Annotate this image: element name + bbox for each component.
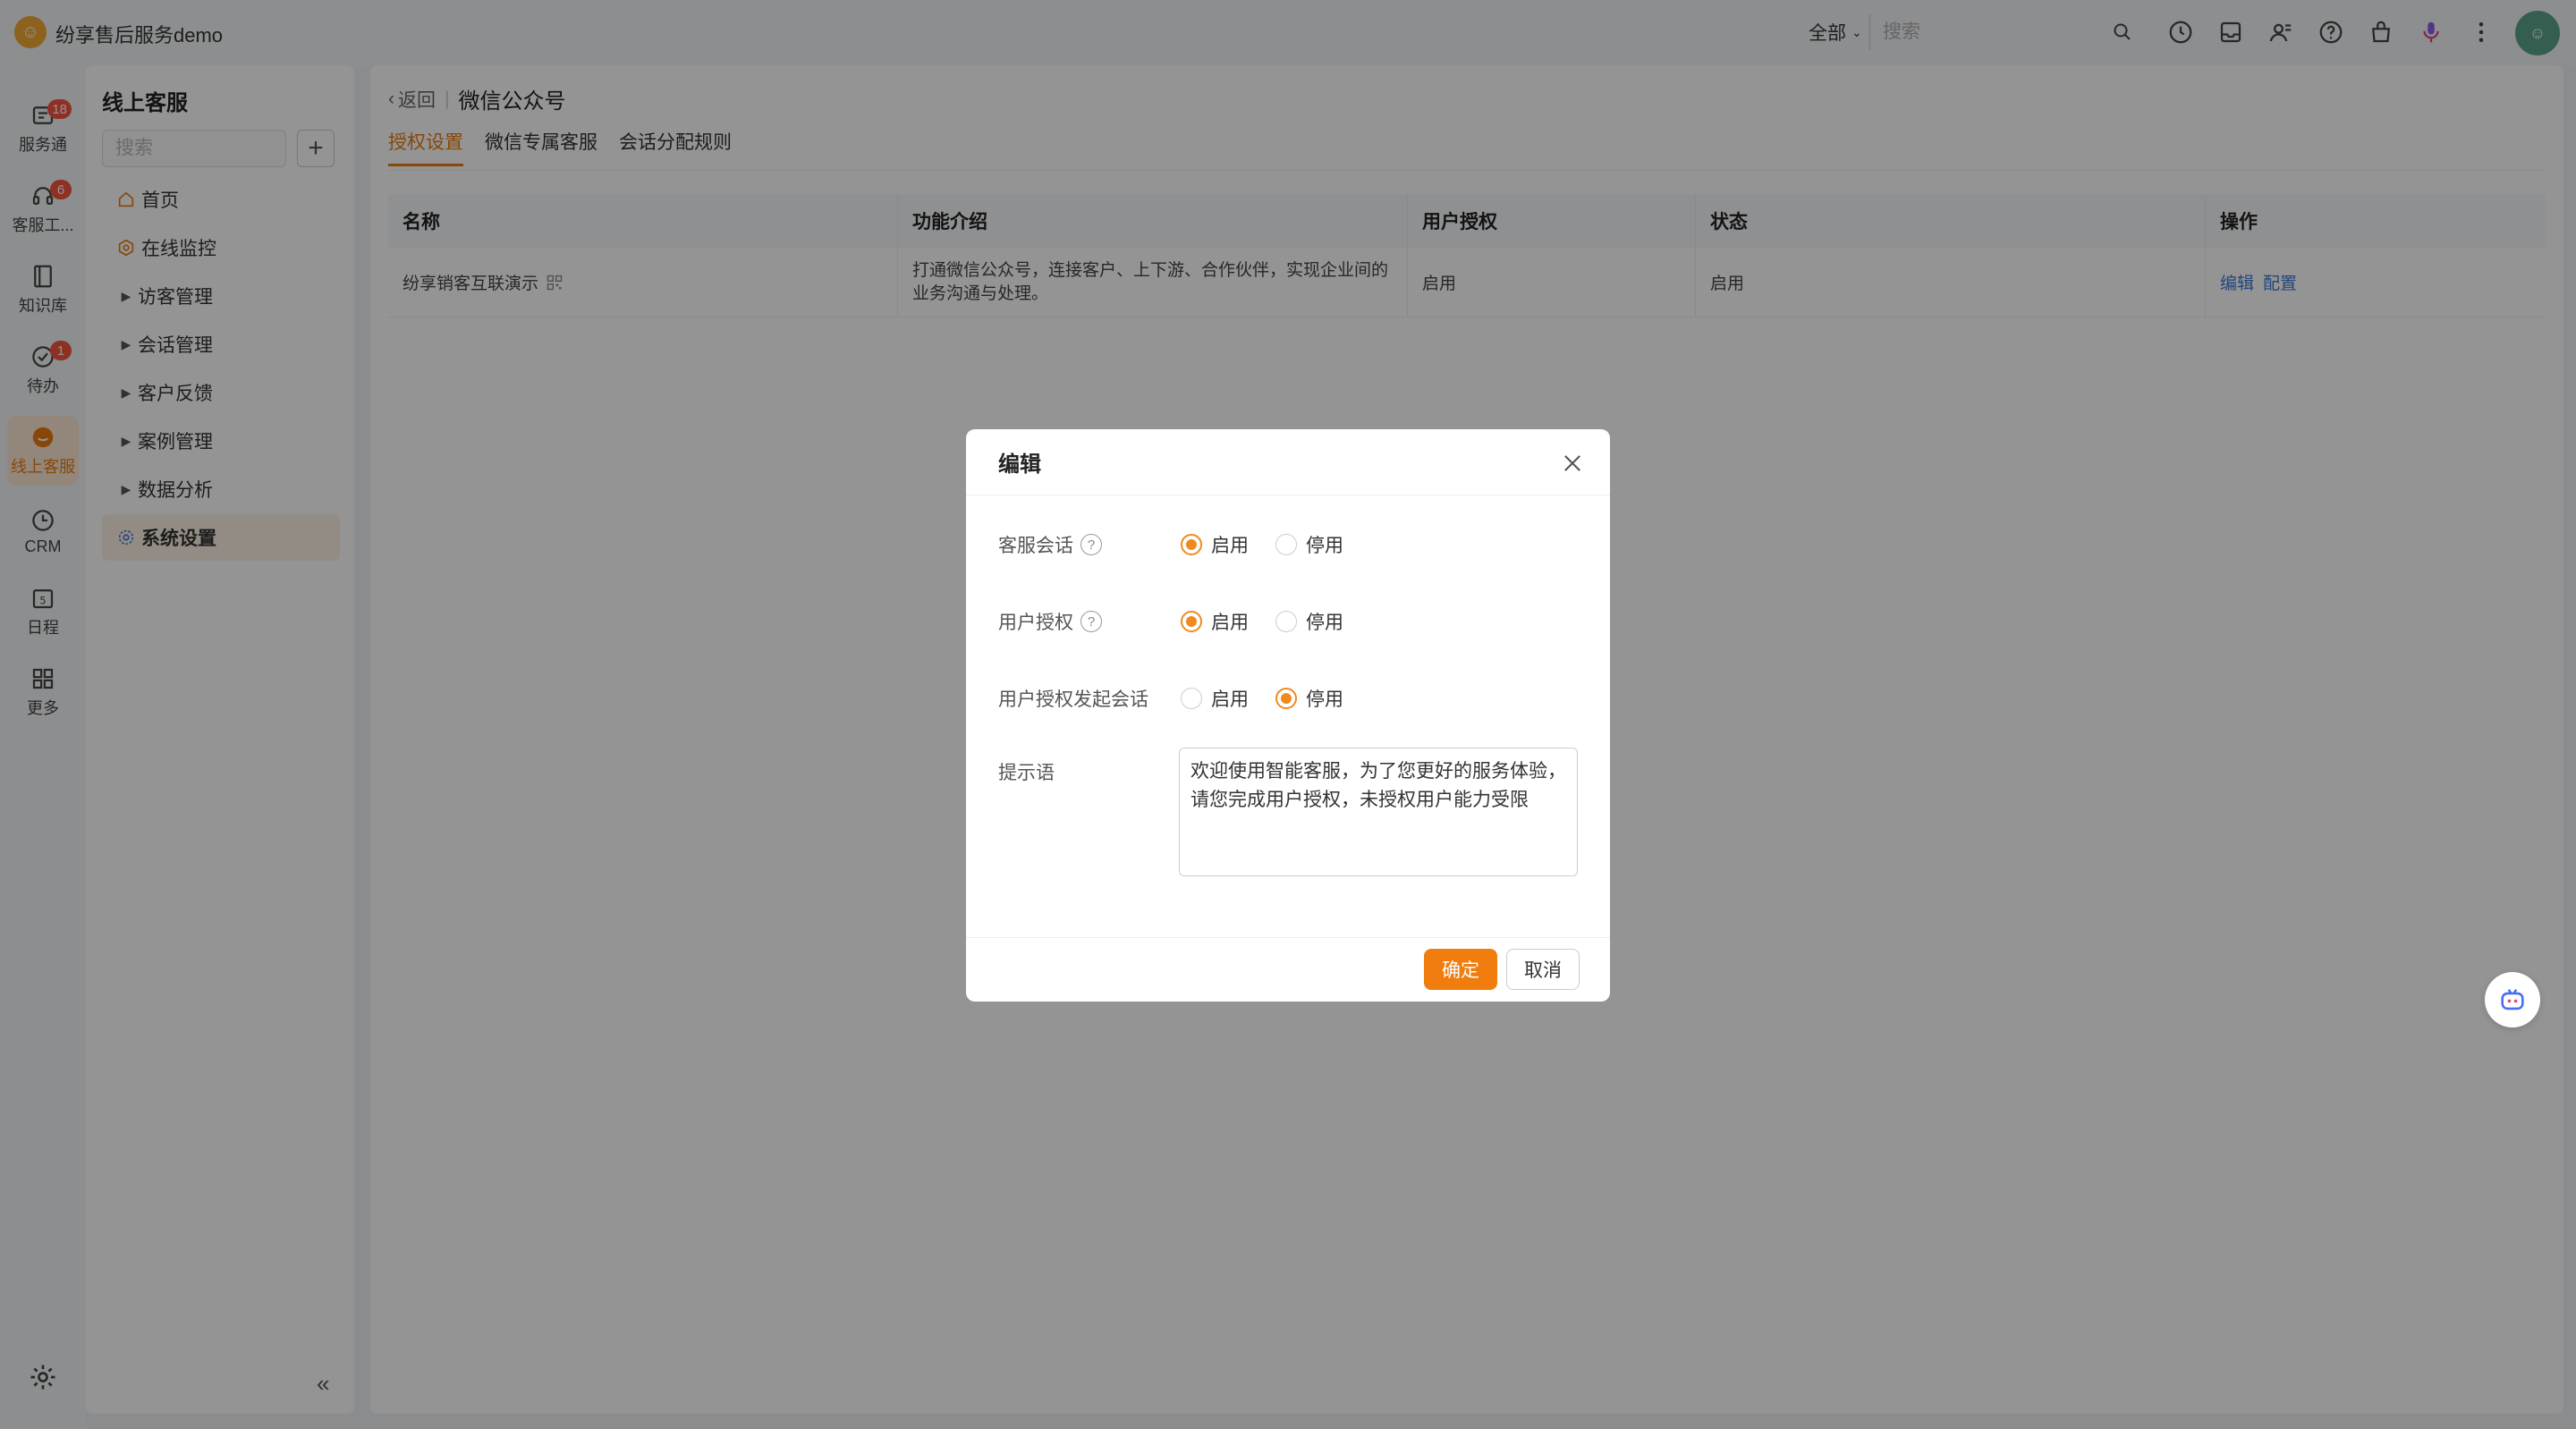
radio-label: 启用 — [1211, 613, 1249, 633]
confirm-button[interactable]: 确定 — [1424, 949, 1497, 990]
dialog-title: 编辑 — [998, 452, 1041, 477]
field-label-text: 用户授权 — [998, 613, 1073, 633]
field-label: 客服会话 ? — [998, 531, 1181, 558]
radio-disable[interactable]: 停用 — [1275, 608, 1343, 635]
radio-dot-selected[interactable] — [1181, 534, 1202, 555]
radio-label: 启用 — [1211, 689, 1249, 710]
edit-dialog: 编辑 客服会话 ? 启用 停用 用户授权 ? 启用 停用 用户授权发起会话 启用… — [966, 429, 1610, 1002]
close-icon[interactable] — [1560, 451, 1585, 476]
field-label-text: 客服会话 — [998, 536, 1073, 556]
field-label-text: 用户授权发起会话 — [998, 689, 1148, 710]
radio-dot[interactable] — [1181, 688, 1202, 709]
help-icon[interactable]: ? — [1080, 534, 1102, 555]
radio-dot[interactable] — [1275, 611, 1297, 632]
radio-disable[interactable]: 停用 — [1275, 531, 1343, 558]
field-label: 用户授权发起会话 — [998, 685, 1181, 712]
radio-enable[interactable]: 启用 — [1181, 685, 1249, 712]
radio-dot-selected[interactable] — [1275, 688, 1297, 709]
cancel-button[interactable]: 取消 — [1506, 949, 1580, 990]
form-row-auth-start-session: 用户授权发起会话 启用 停用 — [998, 685, 1343, 712]
dialog-header: 编辑 — [966, 429, 1610, 495]
radio-group-user-auth: 启用 停用 — [1181, 608, 1343, 635]
radio-group-service-session: 启用 停用 — [1181, 531, 1343, 558]
radio-label: 停用 — [1306, 536, 1343, 556]
radio-group-auth-start-session: 启用 停用 — [1181, 685, 1343, 712]
radio-label: 启用 — [1211, 536, 1249, 556]
tip-label: 提示语 — [998, 763, 1055, 783]
radio-dot[interactable] — [1275, 534, 1297, 555]
radio-enable[interactable]: 启用 — [1181, 608, 1249, 635]
tip-textarea[interactable]: 欢迎使用智能客服，为了您更好的服务体验，请您完成用户授权，未授权用户能力受限 — [1179, 748, 1578, 876]
form-row-user-auth: 用户授权 ? 启用 停用 — [998, 608, 1343, 635]
radio-enable[interactable]: 启用 — [1181, 531, 1249, 558]
radio-label: 停用 — [1306, 689, 1343, 710]
radio-label: 停用 — [1306, 613, 1343, 633]
form-row-service-session: 客服会话 ? 启用 停用 — [998, 531, 1343, 558]
field-label: 用户授权 ? — [998, 608, 1181, 635]
radio-dot-selected[interactable] — [1181, 611, 1202, 632]
help-icon[interactable]: ? — [1080, 611, 1102, 632]
assistant-bot-icon[interactable] — [2485, 972, 2540, 1027]
dialog-footer: 确定 取消 — [966, 937, 1610, 1002]
radio-disable[interactable]: 停用 — [1275, 685, 1343, 712]
